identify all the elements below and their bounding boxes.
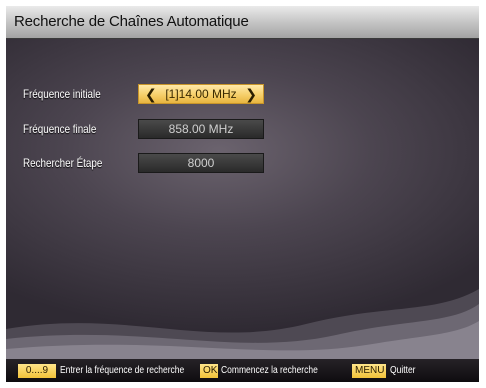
search-step-field[interactable]: 8000 (138, 153, 264, 173)
search-step-value: 8000 (187, 156, 215, 170)
digits-hint: Entrer la fréquence de recherche (60, 365, 185, 376)
end-frequency-value: 858.00 MHz (168, 122, 234, 136)
search-step-label: Rechercher Étape (23, 156, 103, 170)
footer-bar: 0....9 Entrer la fréquence de recherche … (6, 359, 479, 382)
chevron-right-icon[interactable]: ❯ (245, 85, 257, 104)
digits-key[interactable]: 0....9 (18, 364, 56, 378)
menu-key[interactable]: MENU (352, 364, 386, 378)
settings-panel: Fréquence initiale ❮ [1]14.00 MHz ❯ Fréq… (6, 39, 479, 359)
decorative-wave (6, 289, 479, 359)
end-frequency-label: Fréquence finale (23, 122, 97, 136)
ok-key[interactable]: OK (200, 364, 218, 378)
ok-hint: Commencez la recherche (221, 365, 318, 376)
title-bar: Recherche de Chaînes Automatique (6, 6, 479, 39)
start-frequency-label: Fréquence initiale (23, 87, 101, 101)
menu-hint: Quitter (390, 365, 416, 376)
start-frequency-selector[interactable]: ❮ [1]14.00 MHz ❯ (138, 84, 264, 104)
chevron-left-icon[interactable]: ❮ (145, 85, 157, 104)
end-frequency-field[interactable]: 858.00 MHz (138, 119, 264, 139)
start-frequency-value: [1]14.00 MHz (165, 87, 237, 101)
tv-screen: Recherche de Chaînes Automatique Fréquen… (6, 6, 479, 382)
page-title: Recherche de Chaînes Automatique (14, 13, 249, 30)
